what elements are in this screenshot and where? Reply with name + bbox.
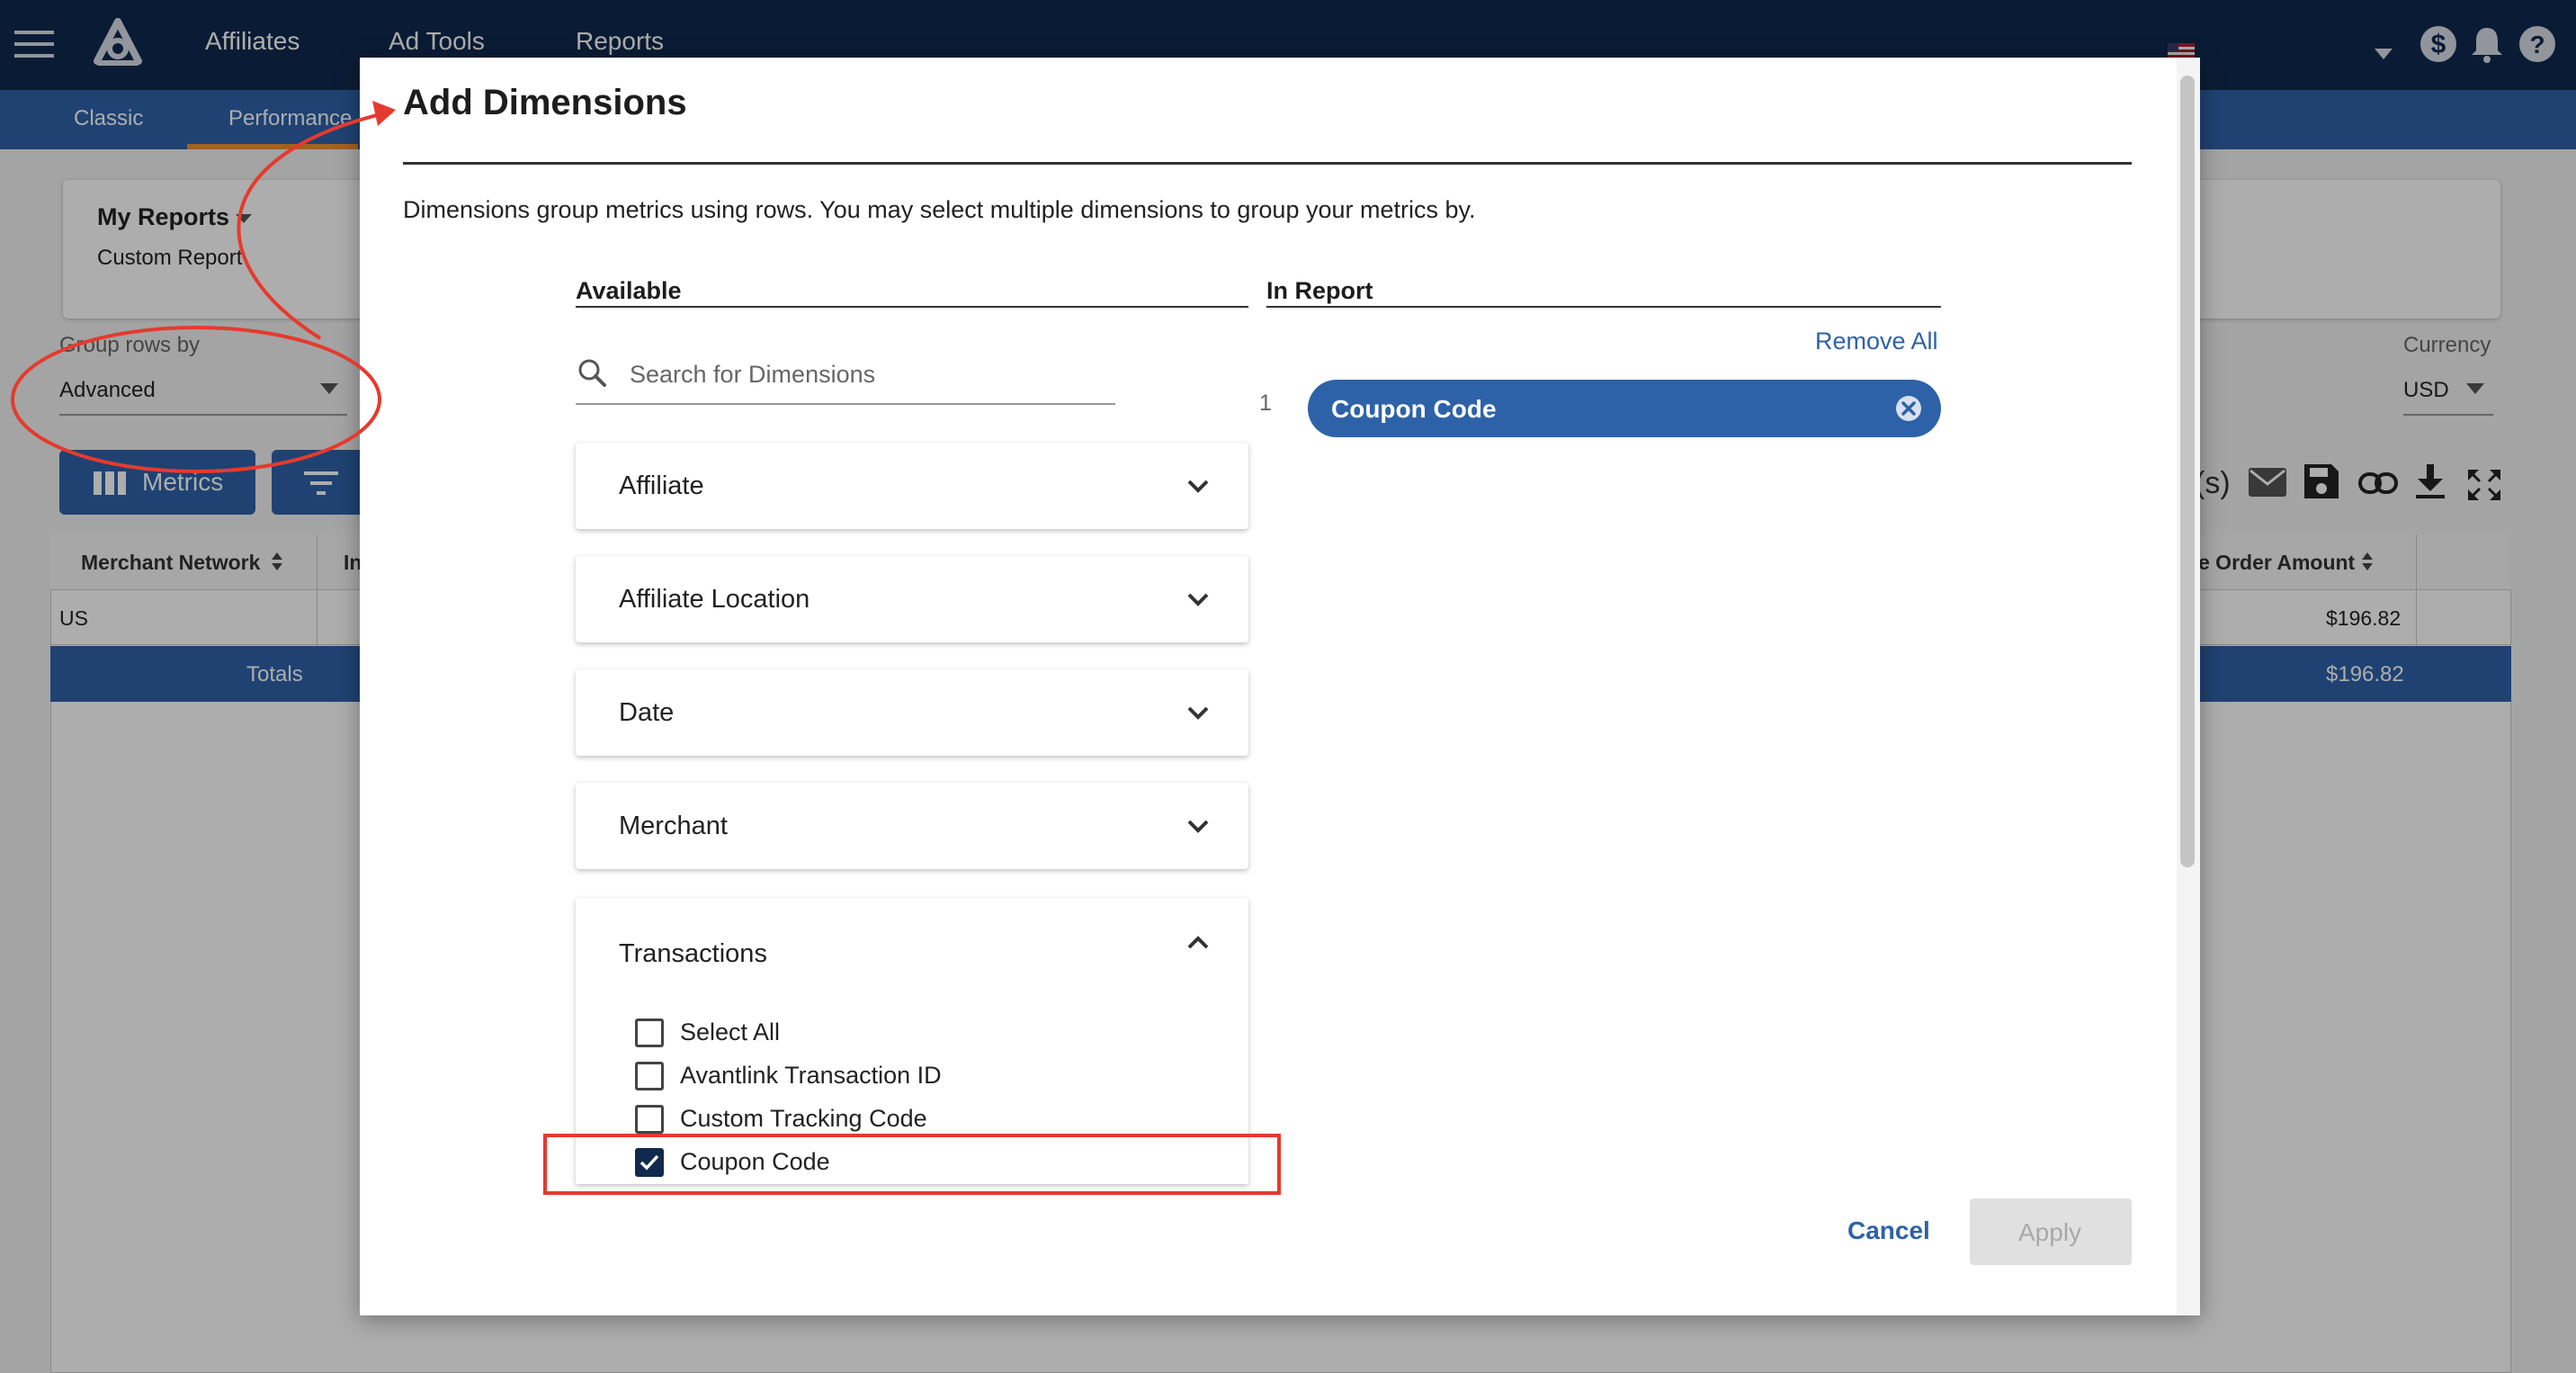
checkbox[interactable] <box>635 1062 664 1090</box>
apply-button-label: Apply <box>2018 1218 2082 1246</box>
chevron-up-icon[interactable] <box>1187 936 1209 950</box>
option-label: Avantlink Transaction ID <box>680 1062 942 1089</box>
category-label: Merchant <box>619 812 728 840</box>
category-label: Affiliate Location <box>619 585 810 614</box>
modal-scrollbar-thumb[interactable] <box>2180 76 2195 867</box>
search-icon <box>577 358 606 387</box>
checkbox[interactable] <box>635 1019 664 1047</box>
selected-dimension-chip[interactable]: Coupon Code <box>1308 380 1941 437</box>
checkmark-icon <box>640 1154 659 1171</box>
chip-label: Coupon Code <box>1331 395 1497 423</box>
category-transactions: Transactions <box>576 898 1248 1184</box>
available-divider <box>576 306 1248 308</box>
category-affiliate[interactable]: Affiliate <box>576 443 1248 529</box>
category-date[interactable]: Date <box>576 669 1248 756</box>
apply-button[interactable]: Apply <box>1970 1198 2132 1265</box>
title-divider <box>403 162 2132 165</box>
checkbox[interactable] <box>635 1105 664 1134</box>
in-report-header: In Report <box>1266 277 1373 304</box>
option-label: Coupon Code <box>680 1148 830 1175</box>
category-affiliate-location[interactable]: Affiliate Location <box>576 556 1248 642</box>
in-report-divider <box>1266 306 1941 308</box>
category-label[interactable]: Transactions <box>619 939 767 969</box>
category-merchant[interactable]: Merchant <box>576 783 1248 869</box>
option-label: Select All <box>680 1019 781 1045</box>
remove-chip-icon[interactable] <box>1894 394 1923 423</box>
chevron-down-icon <box>1187 479 1209 493</box>
option-label: Custom Tracking Code <box>680 1105 927 1132</box>
dialog-description: Dimensions group metrics using rows. You… <box>403 196 1476 223</box>
selected-index: 1 <box>1259 390 1272 416</box>
search-underline <box>576 403 1115 405</box>
chevron-down-icon <box>1187 592 1209 606</box>
chevron-down-icon <box>1187 705 1209 720</box>
cancel-button[interactable]: Cancel <box>1847 1216 1930 1245</box>
dialog-title: Add Dimensions <box>403 83 687 122</box>
checkbox-checked[interactable] <box>635 1148 664 1177</box>
remove-all-link[interactable]: Remove All <box>1815 328 1938 355</box>
available-header: Available <box>576 277 682 304</box>
chevron-down-icon <box>1187 819 1209 833</box>
category-label: Date <box>619 698 675 727</box>
dimension-search-input[interactable] <box>630 353 1112 396</box>
category-label: Affiliate <box>619 471 704 500</box>
